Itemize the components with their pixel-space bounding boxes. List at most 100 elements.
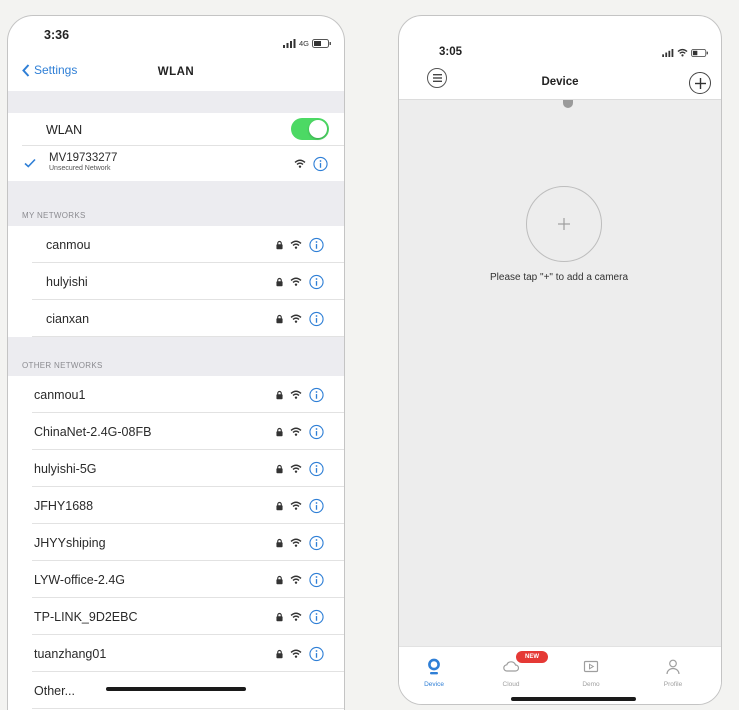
home-indicator[interactable] — [106, 687, 246, 691]
info-icon[interactable] — [309, 572, 324, 587]
info-icon[interactable] — [309, 424, 324, 439]
status-bar: 3:36 4G — [8, 16, 344, 56]
wifi-icon — [290, 427, 302, 437]
network-row[interactable]: tuanzhang01 — [8, 635, 344, 672]
demo-icon — [583, 660, 599, 673]
info-icon[interactable] — [309, 461, 324, 476]
lock-icon — [276, 649, 283, 658]
network-type: 4G — [298, 39, 309, 48]
lock-icon — [276, 538, 283, 547]
network-status-icons — [276, 498, 324, 513]
lock-icon — [276, 612, 283, 621]
add-device-button[interactable] — [689, 72, 711, 94]
wlan-label: WLAN — [46, 122, 83, 137]
new-badge: NEW — [516, 651, 548, 663]
signal-icon — [662, 48, 674, 57]
info-icon[interactable] — [309, 237, 324, 252]
info-icon[interactable] — [313, 156, 328, 171]
wifi-icon — [290, 240, 302, 250]
section-title: MY NETWORKS — [22, 211, 86, 220]
other-networks-header: OTHER NETWORKS — [8, 337, 344, 376]
network-row[interactable]: LYW-office-2.4G — [8, 561, 344, 598]
section-spacer — [8, 91, 344, 113]
status-time: 3:05 — [439, 46, 463, 58]
connected-security: Unsecured Network — [49, 165, 111, 172]
network-status-icons — [276, 274, 324, 289]
network-name: hulyishi-5G — [34, 461, 97, 476]
network-row[interactable]: JFHY1688 — [8, 487, 344, 524]
wlan-settings-screen: 3:36 4G Settings WLAN WLAN MV19733277 Un… — [7, 15, 345, 710]
wifi-icon — [290, 538, 302, 548]
device-screen: 3:05 Device Please tap "+" to add a came… — [398, 15, 722, 705]
network-row[interactable]: cianxan — [8, 300, 344, 337]
info-icon[interactable] — [309, 311, 324, 326]
info-icon[interactable] — [309, 498, 324, 513]
network-status-icons — [276, 387, 324, 402]
info-icon[interactable] — [309, 274, 324, 289]
lock-icon — [276, 314, 283, 323]
wifi-icon — [294, 159, 306, 169]
network-status-icons — [276, 424, 324, 439]
network-status-icons — [276, 461, 324, 476]
network-row[interactable]: hulyishi — [8, 263, 344, 300]
pull-refresh-indicator — [563, 100, 573, 108]
network-name: hulyishi — [46, 274, 88, 289]
my-networks-header: MY NETWORKS — [8, 181, 344, 226]
status-indicators: 4G — [282, 39, 332, 48]
network-name: tuanzhang01 — [34, 646, 107, 661]
wifi-icon — [290, 390, 302, 400]
status-indicators — [662, 48, 709, 57]
status-bar: 3:05 — [399, 16, 721, 66]
network-row[interactable]: canmou1 — [8, 376, 344, 413]
network-status-icons — [276, 535, 324, 550]
network-row[interactable]: TP-LINK_9D2EBC — [8, 598, 344, 635]
network-name: canmou — [46, 237, 91, 252]
connected-network-row[interactable]: MV19733277 Unsecured Network — [8, 146, 344, 181]
info-icon[interactable] — [309, 646, 324, 661]
checkmark-icon — [24, 158, 36, 168]
page-title: WLAN — [157, 66, 195, 78]
section-title: OTHER NETWORKS — [22, 361, 103, 370]
status-time: 3:36 — [44, 28, 70, 42]
network-row[interactable]: ChinaNet-2.4G-08FB — [8, 413, 344, 450]
tab-profile[interactable]: Profile — [648, 647, 698, 704]
other-networks-list: canmou1 ChinaNet-2.4G-08FB hulyishi-5G J… — [8, 376, 344, 709]
home-indicator[interactable] — [511, 697, 636, 701]
nav-bar: Settings WLAN — [8, 56, 344, 91]
network-name: TP-LINK_9D2EBC — [34, 609, 138, 624]
add-camera-button[interactable] — [526, 186, 602, 262]
network-name: cianxan — [46, 311, 90, 326]
lock-icon — [276, 501, 283, 510]
tab-device[interactable]: Device — [409, 647, 459, 704]
network-row[interactable]: JHYYshiping — [8, 524, 344, 561]
device-list-area: Please tap "+" to add a camera — [399, 100, 721, 646]
wifi-icon — [290, 649, 302, 659]
other-network-label: Other... — [34, 683, 75, 698]
tab-label: Demo — [582, 681, 600, 688]
network-status-icons — [294, 156, 328, 171]
tab-label: Device — [424, 681, 444, 688]
network-name: JFHY1688 — [34, 498, 94, 513]
info-icon[interactable] — [309, 535, 324, 550]
my-networks-list: canmou hulyishi cianxan — [8, 226, 344, 337]
wlan-toggle[interactable] — [291, 118, 329, 140]
wifi-icon — [290, 277, 302, 287]
wifi-icon — [677, 48, 688, 57]
wifi-icon — [290, 501, 302, 511]
connected-ssid: MV19733277 — [49, 152, 118, 164]
network-status-icons — [276, 237, 324, 252]
plus-icon — [694, 77, 706, 89]
device-icon — [428, 658, 440, 675]
empty-state-message: Please tap "+" to add a camera — [489, 272, 629, 283]
network-row[interactable]: canmou — [8, 226, 344, 263]
lock-icon — [276, 277, 283, 286]
wifi-icon — [290, 464, 302, 474]
lock-icon — [276, 427, 283, 436]
lock-icon — [276, 464, 283, 473]
network-name: ChinaNet-2.4G-08FB — [34, 424, 152, 439]
info-icon[interactable] — [309, 609, 324, 624]
wlan-toggle-row: WLAN — [8, 113, 344, 146]
network-status-icons — [276, 609, 324, 624]
network-row[interactable]: hulyishi-5G — [8, 450, 344, 487]
info-icon[interactable] — [309, 387, 324, 402]
